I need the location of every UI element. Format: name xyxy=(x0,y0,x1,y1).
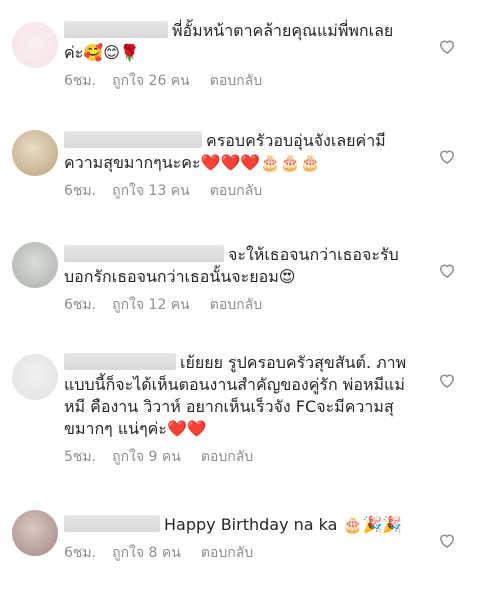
reply-button[interactable]: ตอบกลับ xyxy=(210,183,262,199)
comment-meta: 6ชม. ถูกใจ 12 คน ตอบกลับ xyxy=(64,294,410,316)
comment-text-line: จะให้เธอจนกว่าเธอจะรับบอกรักเธอจนกว่าเธอ… xyxy=(64,244,410,288)
comment-meta: 6ชม. ถูกใจ 26 คน ตอบกลับ xyxy=(64,70,410,92)
comment-meta: 6ชม. ถูกใจ 13 คน ตอบกลับ xyxy=(64,180,410,202)
heart-outline-icon[interactable] xyxy=(437,260,457,280)
comment-time: 5ชม. xyxy=(64,449,97,465)
reply-button[interactable]: ตอบกลับ xyxy=(201,545,253,561)
comment-time: 6ชม. xyxy=(64,183,97,199)
heart-outline-icon[interactable] xyxy=(437,370,457,390)
comment-text-line: Happy Birthday na ka 🎂🎉🎉 xyxy=(64,514,410,536)
comment-text: Happy Birthday na ka 🎂🎉🎉 xyxy=(164,515,403,534)
heart-outline-icon[interactable] xyxy=(437,530,457,550)
heart-outline-icon[interactable] xyxy=(437,146,457,166)
comment-text-line: ครอบครัวอบอุ่นจังเลยค่ามีความสุขมากๆนะคะ… xyxy=(64,130,410,174)
comment-time: 6ชม. xyxy=(64,73,97,89)
comment-text-line: เย้ยยย รูปครอบครัวสุขสันต์. ภาพแบบนี้ก็จ… xyxy=(64,352,410,440)
comment-meta: 6ชม. ถูกใจ 8 คน ตอบกลับ xyxy=(64,542,410,564)
avatar[interactable] xyxy=(12,510,58,556)
reply-button[interactable]: ตอบกลับ xyxy=(210,297,262,313)
username-redacted[interactable] xyxy=(64,131,202,148)
username-redacted[interactable] xyxy=(64,245,224,262)
comment-time: 6ชม. xyxy=(64,297,97,313)
comment-likes[interactable]: ถูกใจ 26 คน xyxy=(112,73,190,89)
reply-button[interactable]: ตอบกลับ xyxy=(210,73,262,89)
avatar[interactable] xyxy=(12,130,58,176)
comment-time: 6ชม. xyxy=(64,545,97,561)
comment-likes[interactable]: ถูกใจ 9 คน xyxy=(112,449,181,465)
comment-text-line: พี่อั้มหน้าตาคล้ายคุณแม่พี่พกเลยค่ะ🥰😊🌹 xyxy=(64,20,410,64)
avatar[interactable] xyxy=(12,354,58,400)
comment-likes[interactable]: ถูกใจ 8 คน xyxy=(112,545,181,561)
avatar[interactable] xyxy=(12,22,58,68)
username-redacted[interactable] xyxy=(64,21,168,38)
username-redacted[interactable] xyxy=(64,515,160,532)
comment-likes[interactable]: ถูกใจ 12 คน xyxy=(112,297,190,313)
heart-outline-icon[interactable] xyxy=(437,36,457,56)
comment-meta: 5ชม. ถูกใจ 9 คน ตอบกลับ xyxy=(64,446,410,468)
avatar[interactable] xyxy=(12,242,58,288)
reply-button[interactable]: ตอบกลับ xyxy=(201,449,253,465)
username-redacted[interactable] xyxy=(64,353,176,370)
comment-likes[interactable]: ถูกใจ 13 คน xyxy=(112,183,190,199)
